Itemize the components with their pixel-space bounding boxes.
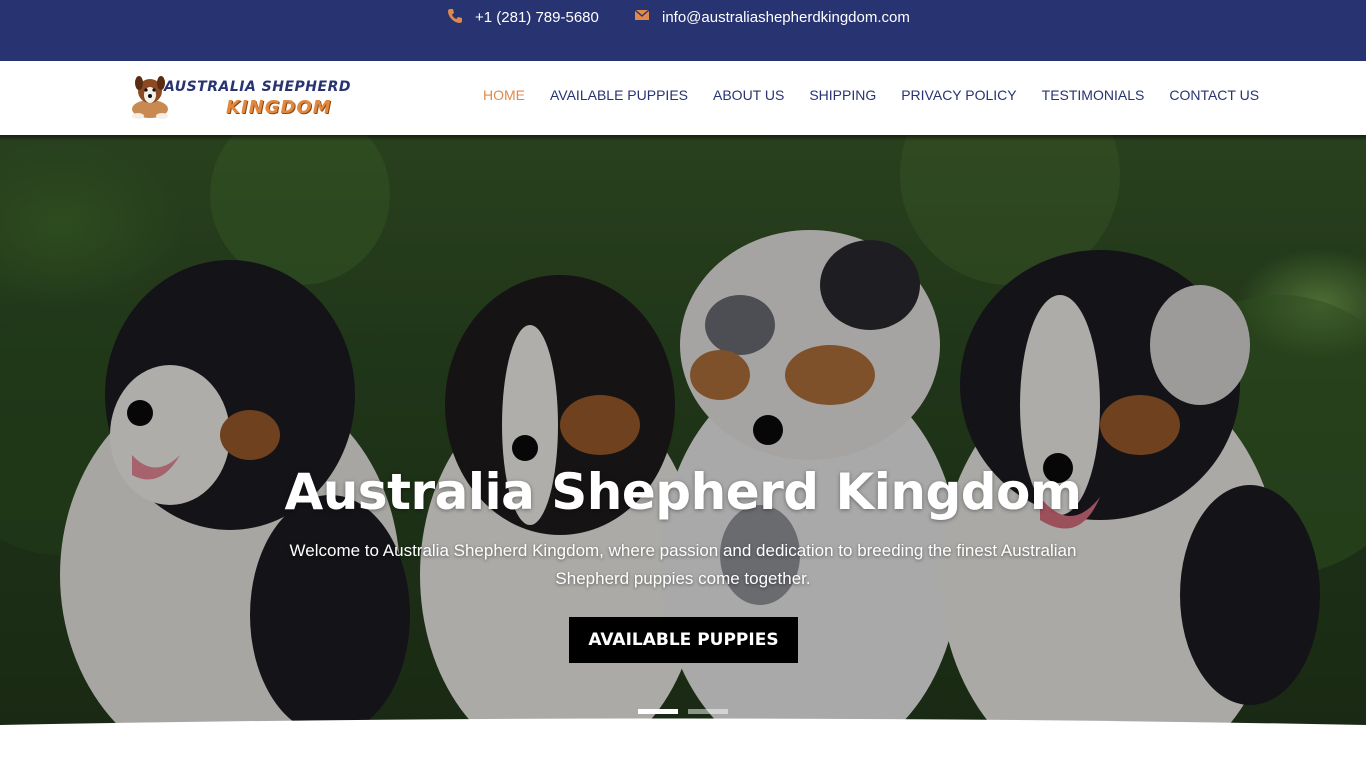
hero-bottom-curve	[0, 718, 1366, 730]
hero-slider: Australia Shepherd Kingdom Welcome to Au…	[0, 135, 1366, 730]
phone-number[interactable]: +1 (281) 789-5680	[475, 9, 599, 26]
slide-dot-2[interactable]	[688, 709, 728, 714]
hero-subtitle: Welcome to Australia Shepherd Kingdom, w…	[289, 541, 1077, 588]
hero-title: Australia Shepherd Kingdom	[284, 463, 1082, 521]
nav-about-us[interactable]: ABOUT US	[713, 87, 784, 103]
phone-contact[interactable]: +1 (281) 789-5680	[447, 8, 599, 26]
email-contact[interactable]: info@australiashepherdkingdom.com	[634, 8, 910, 26]
nav-home[interactable]: HOME	[483, 87, 525, 103]
nav-privacy-policy[interactable]: PRIVACY POLICY	[901, 87, 1016, 103]
nav-testimonials[interactable]: TESTIMONIALS	[1042, 87, 1145, 103]
envelope-icon	[634, 8, 652, 26]
phone-icon	[447, 8, 465, 26]
site-header: AUSTRALIA SHEPHERD KINGDOM HOME AVAILABL…	[0, 61, 1366, 135]
top-contact-bar: +1 (281) 789-5680 info@australiashepherd…	[0, 0, 1366, 61]
slide-dot-1[interactable]	[638, 709, 678, 714]
main-nav: HOME AVAILABLE PUPPIES ABOUT US SHIPPING…	[483, 87, 1259, 103]
available-puppies-button[interactable]: AVAILABLE PUPPIES	[569, 617, 798, 663]
nav-available-puppies[interactable]: AVAILABLE PUPPIES	[550, 87, 688, 103]
slider-pagination	[638, 709, 728, 714]
hero-top-shadow	[0, 135, 1366, 141]
site-logo[interactable]: AUSTRALIA SHEPHERD KINGDOM	[128, 71, 388, 123]
email-address[interactable]: info@australiashepherdkingdom.com	[662, 9, 910, 26]
logo-text-bottom: KINGDOM	[226, 97, 332, 118]
nav-shipping[interactable]: SHIPPING	[809, 87, 876, 103]
nav-contact-us[interactable]: CONTACT US	[1169, 87, 1259, 103]
logo-text-top: AUSTRALIA SHEPHERD	[164, 79, 351, 95]
